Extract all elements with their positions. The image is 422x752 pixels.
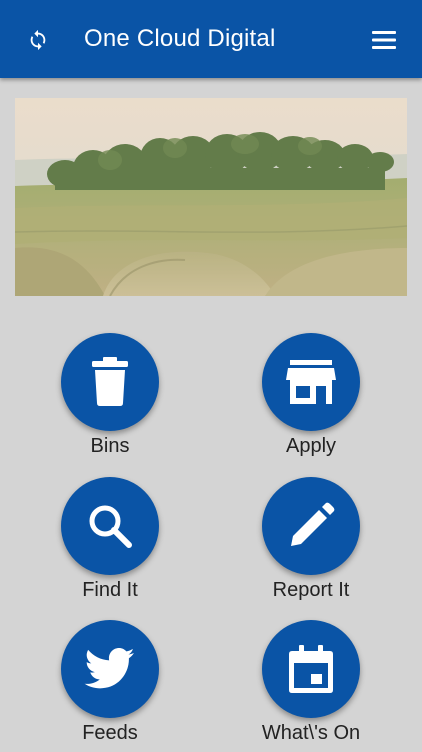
storefront-icon: [286, 360, 336, 404]
landscape-photo: [15, 98, 407, 296]
hamburger-menu-icon: [372, 31, 396, 49]
refresh-button[interactable]: [20, 22, 56, 58]
find-it-button[interactable]: [61, 477, 159, 575]
banner-image: [15, 98, 407, 296]
feeds-button[interactable]: [61, 620, 159, 718]
trash-bin-icon: [92, 357, 128, 406]
menu-button[interactable]: [366, 22, 402, 58]
tile-bins[interactable]: Bins: [40, 333, 180, 465]
calendar-icon: [289, 645, 333, 693]
bins-button[interactable]: [61, 333, 159, 431]
app-bar: One Cloud Digital: [0, 0, 422, 78]
tile-find-it[interactable]: Find It: [40, 477, 180, 609]
pencil-icon: [291, 502, 335, 546]
search-icon: [89, 505, 132, 548]
refresh-icon: [30, 29, 46, 51]
report-it-button[interactable]: [262, 477, 360, 575]
tile-label-whats-on: What\'s On: [261, 722, 361, 744]
tile-whats-on[interactable]: What\'s On: [241, 620, 381, 752]
whats-on-button[interactable]: [262, 620, 360, 718]
tile-label-feeds: Feeds: [82, 722, 138, 744]
tile-label-report-it: Report It: [272, 579, 350, 601]
tile-label-apply: Apply: [285, 435, 337, 457]
tile-apply[interactable]: Apply: [241, 333, 381, 465]
tile-report-it[interactable]: Report It: [241, 477, 381, 609]
tile-label-find-it: Find It: [82, 579, 138, 601]
apply-button[interactable]: [262, 333, 360, 431]
tile-label-bins: Bins: [90, 435, 130, 457]
tile-feeds[interactable]: Feeds: [40, 620, 180, 752]
twitter-bird-icon: [84, 648, 135, 689]
app-title: One Cloud Digital: [84, 25, 276, 52]
